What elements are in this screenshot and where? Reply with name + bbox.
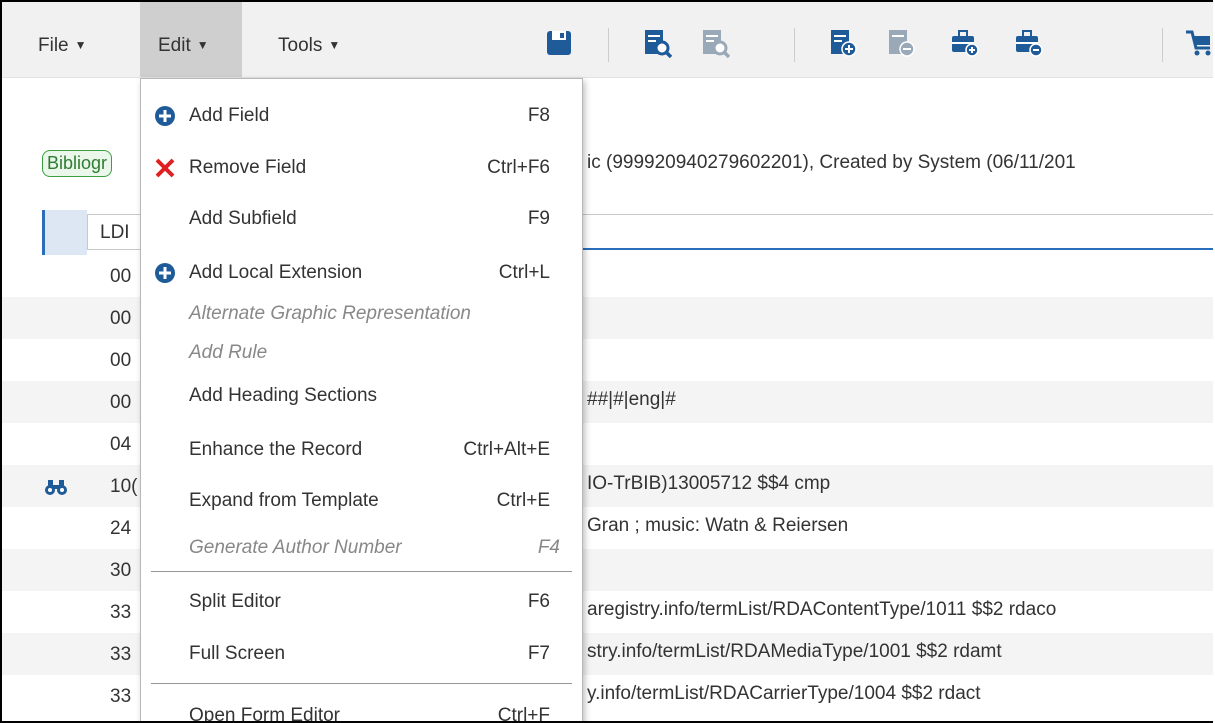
edit-menu-label: Edit bbox=[158, 35, 191, 56]
field-value[interactable]: ##|#|eng|# bbox=[587, 381, 676, 419]
menu-item-enhance-record[interactable]: Enhance the Record Ctrl+Alt+E bbox=[141, 430, 582, 470]
field-value[interactable]: y.info/termList/RDACarrierType/1004 $$2 … bbox=[587, 675, 981, 713]
search-record-icon[interactable] bbox=[642, 28, 672, 58]
file-menu-label: File bbox=[38, 35, 69, 56]
menu-item-shortcut: F7 bbox=[527, 643, 550, 664]
menu-item-shortcut: F6 bbox=[527, 591, 550, 612]
caret-down-icon: ▼ bbox=[196, 38, 209, 52]
toolbar-separator bbox=[794, 28, 795, 62]
record-info-text: ic (999920940279602201), Created by Syst… bbox=[587, 152, 1076, 173]
menu-item-shortcut: F9 bbox=[527, 208, 550, 229]
field-tag: 24 bbox=[110, 518, 132, 539]
field-value[interactable]: Gran ; music: Watn & Reiersen bbox=[587, 507, 848, 545]
caret-down-icon: ▼ bbox=[328, 38, 341, 52]
menu-item-label: Expand from Template bbox=[189, 490, 379, 511]
plus-circle-icon bbox=[155, 263, 175, 283]
menu-item-shortcut: Ctrl+E bbox=[496, 490, 550, 511]
menu-item-generate-author-number: Generate Author Number F4 bbox=[141, 528, 582, 568]
menu-item-label: Add Subfield bbox=[189, 208, 297, 229]
menu-item-shortcut: F4 bbox=[537, 537, 560, 558]
menu-item-label: Generate Author Number bbox=[189, 537, 402, 558]
app-frame: File ▼ Edit ▼ Tools ▼ Bibliogr ic (99992… bbox=[0, 0, 1213, 723]
field-value[interactable]: stry.info/termList/RDAMediaType/1001 $$2… bbox=[587, 633, 1002, 671]
menu-item-full-screen[interactable]: Full Screen F7 bbox=[141, 634, 582, 674]
field-tag: 30 bbox=[110, 560, 132, 581]
menu-item-shortcut: Ctrl+F6 bbox=[487, 157, 550, 178]
field-tag: 33 bbox=[110, 644, 132, 665]
plus-circle-icon bbox=[155, 106, 175, 126]
toolbar-separator bbox=[1162, 28, 1163, 62]
field-tag: 04 bbox=[110, 434, 132, 455]
field-tag: 00 bbox=[110, 308, 132, 329]
menu-item-label: Add Field bbox=[189, 105, 270, 126]
edit-menu-button[interactable]: Edit ▼ bbox=[140, 2, 242, 77]
red-x-icon bbox=[155, 158, 175, 178]
menu-item-label: Add Rule bbox=[189, 342, 268, 363]
menu-item-add-field[interactable]: Add Field F8 bbox=[141, 96, 582, 136]
menu-item-shortcut: F8 bbox=[527, 105, 550, 126]
menu-item-alternate-graphic-representation: Alternate Graphic Representation bbox=[141, 294, 582, 334]
field-value[interactable]: IO-TrBIB)13005712 $$4 cmp bbox=[587, 465, 830, 503]
menu-item-remove-field[interactable]: Remove Field Ctrl+F6 bbox=[141, 148, 582, 188]
menu-item-add-subfield[interactable]: Add Subfield F9 bbox=[141, 199, 582, 239]
remove-from-set-icon[interactable] bbox=[1014, 28, 1044, 58]
menu-separator bbox=[151, 571, 572, 572]
add-to-set-icon[interactable] bbox=[950, 28, 980, 58]
binoculars-icon[interactable] bbox=[44, 478, 68, 496]
field-tag: 00 bbox=[110, 350, 132, 371]
caret-down-icon: ▼ bbox=[74, 38, 87, 52]
field-tag: 00 bbox=[110, 266, 132, 287]
edit-menu-dropdown: Add Field F8 Remove Field Ctrl+F6 Add Su… bbox=[140, 78, 583, 723]
record-type-badge: Bibliogr bbox=[42, 150, 113, 177]
tools-menu-label: Tools bbox=[278, 35, 323, 56]
field-tag: 33 bbox=[110, 602, 132, 623]
menu-item-add-heading-sections[interactable]: Add Heading Sections bbox=[141, 376, 582, 416]
menu-item-shortcut: Ctrl+F bbox=[497, 705, 550, 723]
field-tag: 33 bbox=[110, 686, 132, 707]
field-tag: 00 bbox=[110, 392, 132, 413]
menu-item-label: Alternate Graphic Representation bbox=[189, 303, 471, 324]
menu-item-label: Add Local Extension bbox=[189, 262, 363, 283]
menu-item-label: Add Heading Sections bbox=[189, 385, 378, 406]
search-record-disabled-icon bbox=[703, 30, 730, 58]
menu-item-shortcut: Ctrl+Alt+E bbox=[463, 439, 550, 460]
field-tag: 10( bbox=[110, 476, 138, 497]
ldr-value-field[interactable] bbox=[582, 214, 1213, 250]
menu-item-label: Remove Field bbox=[189, 157, 307, 178]
menu-item-label: Open Form Editor bbox=[189, 705, 340, 723]
menu-item-split-editor[interactable]: Split Editor F6 bbox=[141, 582, 582, 622]
field-value[interactable]: aregistry.info/termList/RDAContentType/1… bbox=[587, 591, 1056, 629]
toolbar-separator bbox=[608, 28, 609, 62]
record-summary: Bibliogr bbox=[42, 150, 113, 177]
menu-item-open-form-editor[interactable]: Open Form Editor Ctrl+F bbox=[141, 696, 582, 723]
menu-item-label: Enhance the Record bbox=[189, 439, 363, 460]
cart-icon[interactable] bbox=[1184, 28, 1213, 58]
add-record-disabled-icon bbox=[889, 30, 915, 57]
menu-item-add-local-extension[interactable]: Add Local Extension Ctrl+L bbox=[141, 253, 582, 293]
tools-menu-button[interactable]: Tools ▼ bbox=[260, 2, 358, 77]
menu-separator bbox=[151, 683, 572, 684]
file-menu-button[interactable]: File ▼ bbox=[20, 2, 105, 77]
top-toolbar: File ▼ Edit ▼ Tools ▼ bbox=[2, 2, 1213, 78]
add-record-icon[interactable] bbox=[828, 28, 858, 58]
save-icon[interactable] bbox=[544, 28, 574, 58]
menu-item-shortcut: Ctrl+L bbox=[498, 262, 550, 283]
row-gutter bbox=[45, 210, 87, 255]
menu-item-label: Full Screen bbox=[189, 643, 286, 664]
menu-item-expand-from-template[interactable]: Expand from Template Ctrl+E bbox=[141, 481, 582, 521]
menu-item-add-rule: Add Rule bbox=[141, 333, 582, 373]
menu-item-label: Split Editor bbox=[189, 591, 281, 612]
